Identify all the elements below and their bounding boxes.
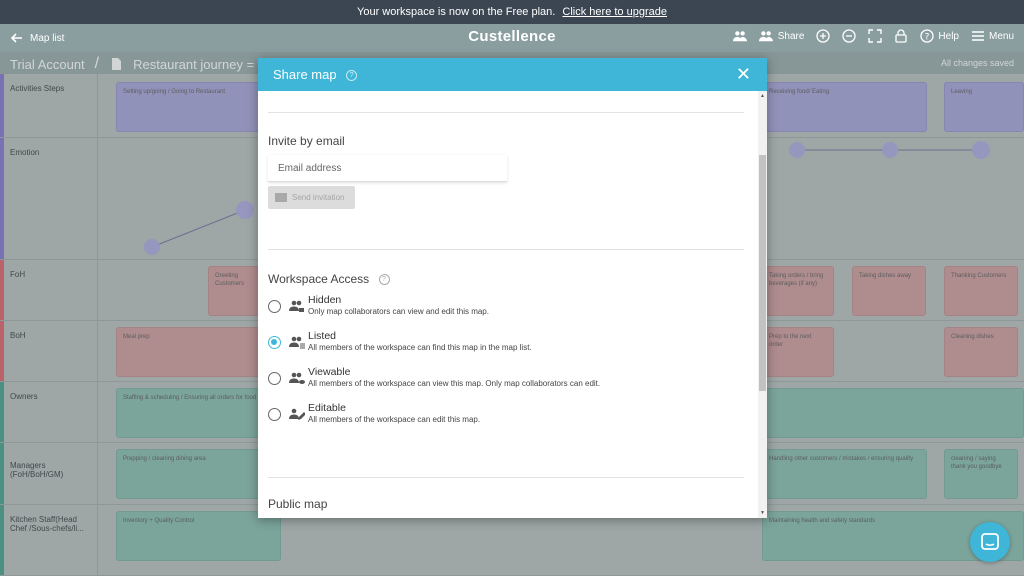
lock-icon[interactable] (894, 29, 908, 43)
menu-button[interactable]: Menu (971, 29, 1014, 43)
app-header: Map list Custellence Share ? Help Menu (0, 24, 1024, 52)
scrollbar-thumb[interactable] (759, 155, 766, 391)
option-desc: All members of the workspace can edit th… (308, 415, 481, 424)
scroll-down-icon[interactable]: ▼ (760, 510, 765, 516)
scroll-up-icon[interactable]: ▲ (760, 93, 765, 99)
send-invitation-label: Send invitation (292, 193, 345, 202)
dialog-header: Share map ? ✕ (258, 58, 767, 91)
zoom-out-icon[interactable] (842, 29, 857, 43)
share-button[interactable]: Share (758, 29, 805, 43)
chat-icon (981, 533, 999, 550)
zoom-in-icon[interactable] (816, 29, 831, 43)
workspace-access-label: Workspace Access (268, 272, 370, 286)
access-option-viewable[interactable]: Viewable All members of the workspace ca… (268, 366, 600, 388)
dialog-body[interactable]: ▲ ▼ Invite by email Send invitation Work… (258, 91, 767, 518)
mail-icon (275, 193, 287, 202)
help-label: Help (938, 30, 959, 42)
option-label: Hidden (308, 294, 342, 306)
chat-launcher[interactable] (970, 522, 1010, 562)
help-icon[interactable]: ? (378, 274, 390, 286)
menu-label: Menu (988, 30, 1014, 42)
access-option-hidden[interactable]: Hidden Only map collaborators can view a… (268, 294, 489, 316)
option-desc: All members of the workspace can view th… (308, 379, 601, 388)
access-option-listed[interactable]: Listed All members of the workspace can … (268, 330, 532, 352)
share-label: Share (777, 30, 805, 42)
group-lock-icon (289, 300, 304, 312)
option-label: Listed (308, 330, 337, 342)
close-icon[interactable]: ✕ (736, 64, 751, 85)
option-label: Editable (308, 402, 346, 414)
radio-hidden[interactable] (268, 300, 281, 313)
divider (268, 112, 744, 113)
collaborators-icon[interactable] (732, 29, 747, 43)
workspace-access-title: Workspace Access ? (268, 272, 390, 286)
share-users-icon (758, 31, 773, 42)
scrollbar[interactable]: ▲ ▼ (758, 91, 767, 518)
email-input[interactable] (268, 155, 507, 182)
upgrade-link[interactable]: Click here to upgrade (562, 6, 667, 18)
option-desc: Only map collaborators can view and edit… (308, 307, 489, 316)
divider (268, 249, 744, 250)
public-map-title: Public map (268, 497, 328, 511)
banner-message: Your workspace is now on the Free plan. (357, 6, 556, 18)
option-label: Viewable (308, 366, 351, 378)
svg-text:?: ? (925, 33, 930, 43)
radio-viewable[interactable] (268, 372, 281, 385)
invite-title: Invite by email (268, 134, 345, 148)
send-invitation-button[interactable]: Send invitation (268, 186, 355, 209)
help-button[interactable]: ? Help (920, 29, 959, 43)
hamburger-icon (971, 31, 984, 41)
divider (268, 477, 744, 478)
option-desc: All members of the workspace can find th… (308, 343, 532, 352)
radio-listed[interactable] (268, 336, 281, 349)
help-icon[interactable]: ? (346, 70, 358, 82)
access-option-editable[interactable]: Editable All members of the workspace ca… (268, 402, 480, 424)
plan-banner: Your workspace is now on the Free plan. … (0, 0, 1024, 24)
radio-editable[interactable] (268, 408, 281, 421)
group-list-icon (289, 336, 305, 349)
group-edit-icon (289, 408, 305, 420)
dialog-title: Share map (273, 67, 337, 82)
fullscreen-icon[interactable] (868, 29, 883, 43)
help-icon: ? (920, 29, 935, 43)
group-eye-icon (289, 372, 305, 384)
dialog-title-wrap: Share map ? (273, 67, 358, 82)
share-map-dialog: Share map ? ✕ ▲ ▼ Invite by email Send i… (258, 58, 767, 518)
